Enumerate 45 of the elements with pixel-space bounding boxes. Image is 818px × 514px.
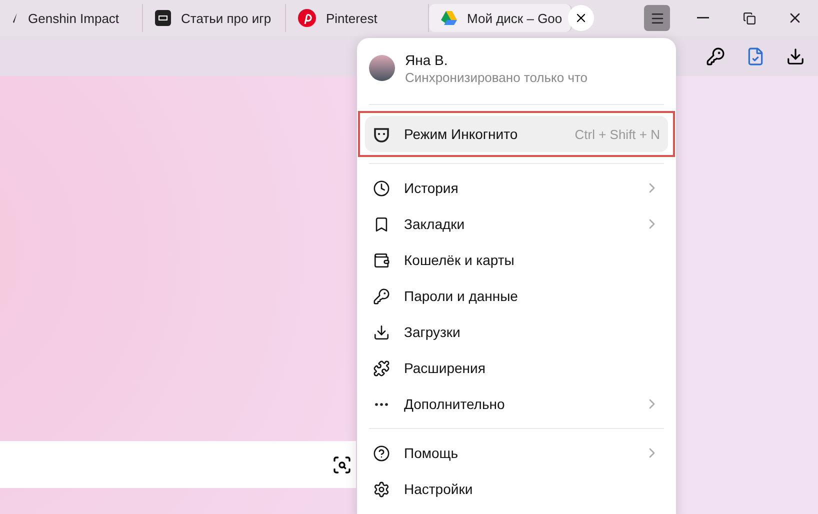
tab-close-button[interactable] — [568, 5, 594, 31]
search-field[interactable] — [0, 441, 356, 488]
menu-icon — [650, 10, 664, 26]
menu-item[interactable]: Дополнительно — [365, 386, 668, 422]
restore-icon — [742, 12, 756, 24]
feather-icon — [12, 13, 18, 23]
menu-button[interactable] — [644, 5, 670, 31]
wallet-icon — [373, 252, 390, 268]
clock-icon — [373, 180, 390, 196]
menu-item[interactable]: Режим Инкогнито Ctrl + Shift + N — [365, 116, 668, 152]
menu-item[interactable]: Кошелёк и карты — [365, 242, 668, 278]
browser-tab[interactable]: Статьи про игр — [143, 4, 286, 32]
bookmark-icon — [373, 216, 390, 232]
tab-title: Статьи про игр — [181, 10, 272, 26]
camera-search-icon[interactable] — [332, 454, 352, 474]
profile-name: Яна В. — [405, 52, 449, 68]
shortcut-text: Ctrl + Shift + N — [574, 126, 660, 142]
mask-icon — [373, 126, 390, 142]
menu-item[interactable]: Пароли и данные — [365, 278, 668, 314]
logo-icon — [155, 10, 171, 26]
tab-title: Мой диск – Goo — [467, 10, 562, 26]
settings-icon — [373, 480, 390, 498]
minimize-icon — [697, 17, 709, 19]
tab-title: Pinterest — [326, 10, 378, 26]
key-icon[interactable] — [704, 45, 726, 67]
menu-item[interactable]: Расширения — [365, 350, 668, 386]
puzzle-icon — [373, 360, 390, 376]
pin-logo-icon — [298, 9, 316, 27]
menu-item[interactable]: Закладки — [365, 206, 668, 242]
avatar-placeholder — [369, 55, 395, 81]
menu-item[interactable]: История — [365, 170, 668, 206]
menu-item[interactable]: Настройки — [365, 471, 668, 507]
key-icon — [373, 288, 390, 304]
menu-item[interactable]: Помощь — [365, 435, 668, 471]
more-icon — [375, 402, 388, 406]
menu-item[interactable]: Загрузки — [365, 314, 668, 350]
triangle-logo-icon — [441, 11, 457, 25]
browser-tab[interactable]: Pinterest — [286, 4, 429, 32]
browser-tab[interactable]: Genshin Impact — [0, 4, 143, 32]
close-icon — [574, 11, 588, 25]
sync-status: Синхронизировано только что — [405, 70, 588, 84]
browser-tab[interactable]: Мой диск – Goo — [429, 4, 572, 32]
download-icon — [373, 324, 390, 340]
help-icon — [373, 444, 390, 462]
tab-title: Genshin Impact — [28, 10, 120, 26]
